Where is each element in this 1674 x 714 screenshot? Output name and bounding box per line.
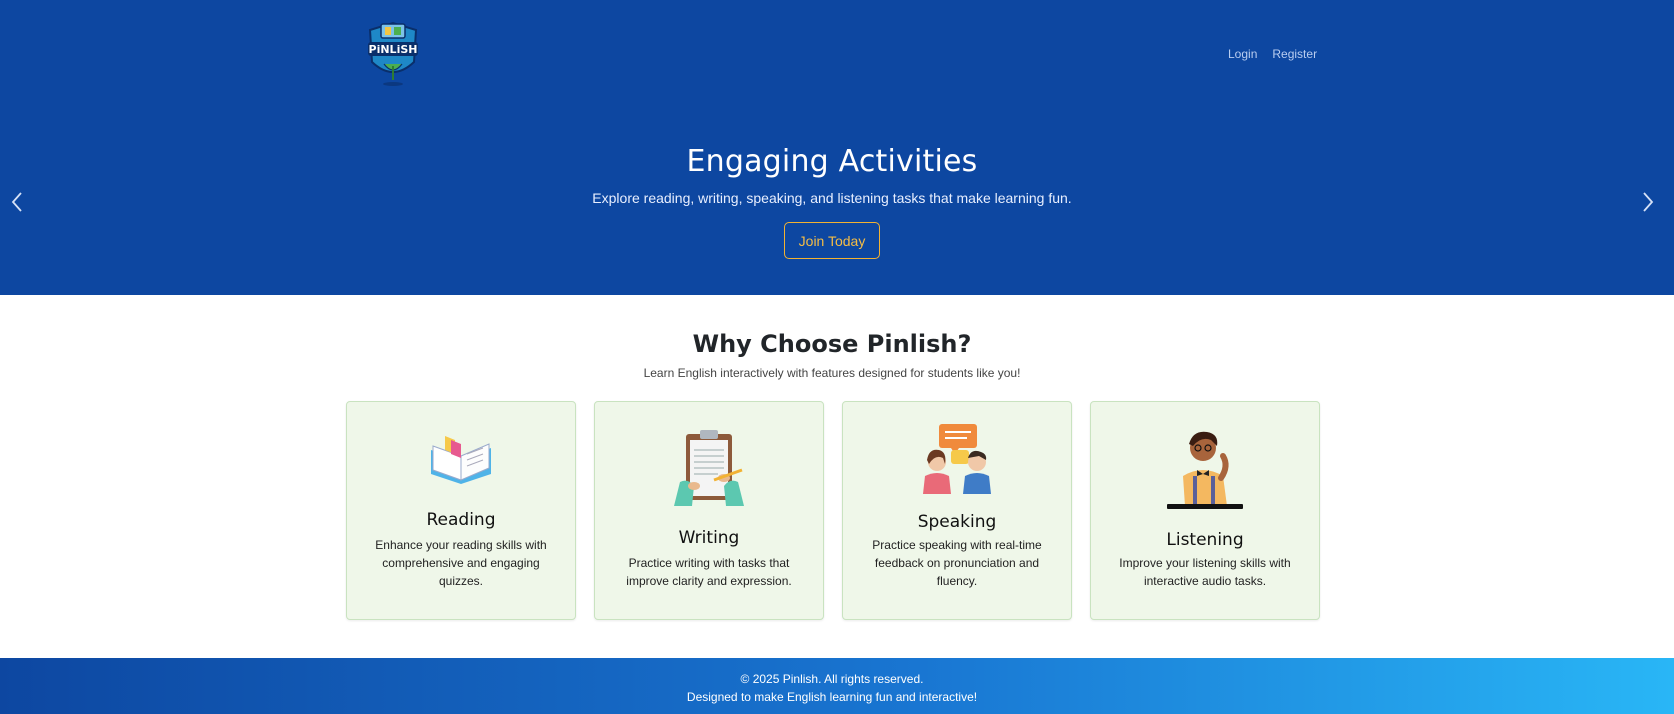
feature-title: Writing xyxy=(678,528,740,548)
feature-title: Listening xyxy=(1166,530,1244,550)
register-link[interactable]: Register xyxy=(1272,47,1317,61)
feature-title: Reading xyxy=(426,510,496,530)
feature-description: Enhance your reading skills with compreh… xyxy=(375,538,547,588)
feature-card-writing[interactable]: Writing Practice writing with tasks that… xyxy=(594,401,824,620)
pinlish-logo[interactable]: PiNLiSH xyxy=(364,20,422,88)
listener-icon xyxy=(1167,431,1243,509)
feature-card-speaking[interactable]: Speaking Practice speaking with real-tim… xyxy=(842,401,1072,620)
open-book-icon xyxy=(431,436,491,484)
feature-title: Speaking xyxy=(917,512,997,532)
svg-text:PiNLiSH: PiNLiSH xyxy=(369,43,418,56)
top-nav: Login Register xyxy=(1228,47,1317,61)
hero-carousel: PiNLiSH Login Register Engaging Activiti… xyxy=(0,0,1674,295)
feature-card-reading[interactable]: Reading Enhance your reading skills with… xyxy=(346,401,576,620)
hero-title: Engaging Activities xyxy=(686,144,978,179)
join-today-button[interactable]: Join Today xyxy=(784,222,880,259)
clipboard-writing-icon xyxy=(674,430,744,506)
conversation-icon xyxy=(923,424,991,494)
footer-tagline: Designed to make English learning fun an… xyxy=(686,690,978,704)
login-link[interactable]: Login xyxy=(1228,47,1257,61)
footer: © 2025 Pinlish. All rights reserved. Des… xyxy=(0,658,1674,714)
features-subtitle: Learn English interactively with feature… xyxy=(643,366,1021,380)
features-title: Why Choose Pinlish? xyxy=(692,330,972,358)
chevron-left-icon[interactable] xyxy=(8,190,26,214)
chevron-right-icon[interactable] xyxy=(1639,190,1657,214)
feature-description: Improve your listening skills with inter… xyxy=(1119,556,1291,588)
hero-subtitle: Explore reading, writing, speaking, and … xyxy=(592,190,1072,206)
footer-copyright: © 2025 Pinlish. All rights reserved. xyxy=(740,672,924,686)
feature-description: Practice speaking with real-time feedbac… xyxy=(872,538,1042,588)
feature-card-listening[interactable]: Listening Improve your listening skills … xyxy=(1090,401,1320,620)
feature-description: Practice writing with tasks that improve… xyxy=(626,556,792,588)
